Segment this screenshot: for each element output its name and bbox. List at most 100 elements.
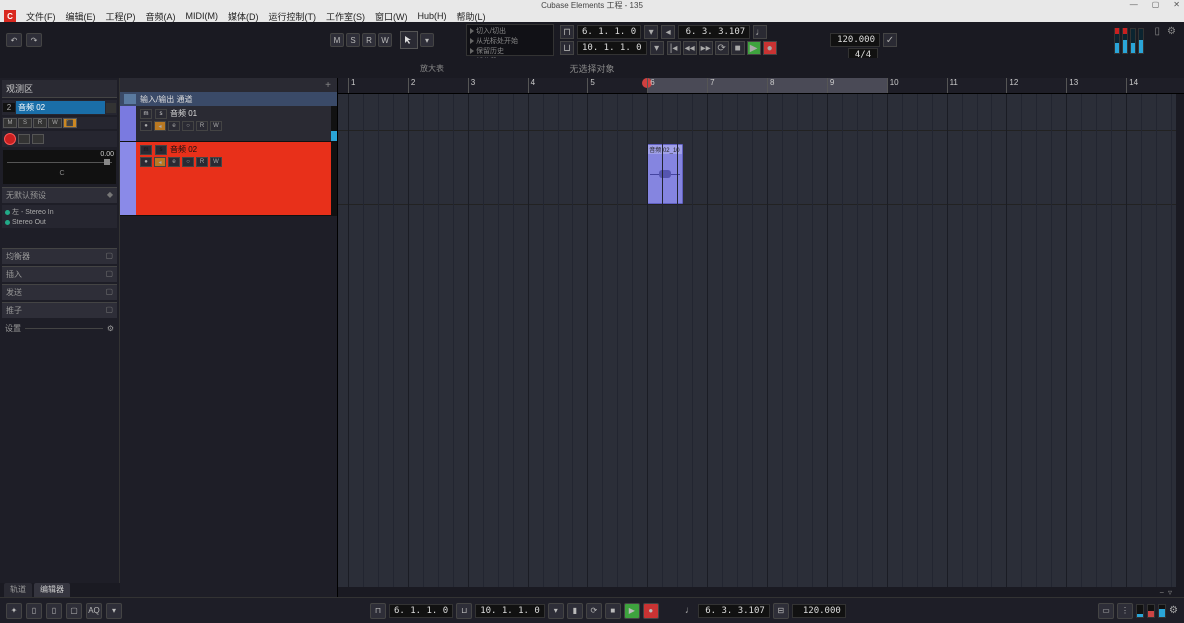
menu-hub[interactable]: Hub(H) bbox=[418, 11, 447, 21]
track-w-button[interactable]: W bbox=[210, 157, 222, 167]
menu-midi[interactable]: MIDI(M) bbox=[186, 11, 219, 21]
solo-all-button[interactable]: S bbox=[346, 33, 360, 47]
menu-file[interactable]: 文件(F) bbox=[26, 10, 56, 23]
right-locator-field[interactable]: 10. 1. 1. 0 bbox=[577, 41, 647, 55]
locator-dropdown[interactable]: ▾ bbox=[644, 25, 658, 39]
track-name[interactable]: 音频 01 bbox=[170, 108, 197, 119]
inserts-section[interactable]: 插入▢ bbox=[2, 266, 117, 282]
fader-section[interactable]: 推子▢ bbox=[2, 302, 117, 318]
mute-button[interactable]: M bbox=[3, 118, 17, 128]
event-grid[interactable]: 音频 02_10 bbox=[338, 94, 1184, 597]
record-button[interactable]: ● bbox=[763, 41, 777, 55]
dropdown-2[interactable]: ▾ bbox=[548, 603, 564, 619]
divider-bottom[interactable]: ⋮ bbox=[1117, 603, 1133, 619]
track-e-button[interactable]: e bbox=[168, 121, 180, 131]
left-panel-button[interactable]: ▯ bbox=[26, 603, 42, 619]
track-insert-button[interactable]: ○ bbox=[182, 121, 194, 131]
preset-icon[interactable]: ◆ bbox=[107, 190, 113, 201]
tempo-field[interactable]: 120.000 bbox=[830, 33, 880, 47]
tempo-icon[interactable]: ♩ bbox=[753, 25, 767, 39]
track-row-2[interactable]: m s 音频 02 ● ◂ e ○ R W bbox=[120, 142, 337, 216]
freeze-button[interactable] bbox=[32, 134, 44, 144]
menu-window[interactable]: 窗口(W) bbox=[375, 10, 408, 23]
ruler-mark[interactable]: 8 bbox=[767, 78, 774, 93]
video-button[interactable]: ▭ bbox=[1098, 603, 1114, 619]
track-r-button[interactable]: R bbox=[196, 121, 208, 131]
ruler-mark[interactable]: 12 bbox=[1006, 78, 1018, 93]
write-all-button[interactable]: W bbox=[378, 33, 392, 47]
menu-audio[interactable]: 音频(A) bbox=[146, 10, 176, 23]
track-solo-button[interactable]: s bbox=[155, 109, 167, 119]
ruler-mark[interactable]: 5 bbox=[587, 78, 594, 93]
read-button[interactable]: R bbox=[33, 118, 47, 128]
eq-section[interactable]: 均衡器▢ bbox=[2, 248, 117, 264]
tempo-field-bottom[interactable]: 120.000 bbox=[792, 604, 846, 618]
track-color-bar[interactable] bbox=[128, 106, 136, 141]
cursor-position-field[interactable]: 6. 3. 3.107 bbox=[678, 25, 750, 39]
ruler-mark[interactable]: 1 bbox=[348, 78, 355, 93]
track-e-button[interactable]: e bbox=[168, 157, 180, 167]
extra-button[interactable]: ⬛ bbox=[63, 118, 77, 128]
add-track-button[interactable]: + bbox=[120, 78, 337, 92]
arrange-area[interactable]: 1234567891011121314 音频 02_10 − ▿ bbox=[338, 78, 1184, 597]
click-button[interactable]: ✓ bbox=[883, 33, 897, 47]
track-w-button[interactable]: W bbox=[210, 121, 222, 131]
track-r-button[interactable]: R bbox=[196, 157, 208, 167]
track-row-1[interactable]: m s 音频 01 ● ◂ e ○ R W bbox=[120, 106, 337, 142]
toolbar-settings-icon[interactable]: ⚙ bbox=[1167, 26, 1176, 37]
pointer-tool-icon[interactable] bbox=[400, 31, 418, 49]
menu-media[interactable]: 媒体(D) bbox=[228, 10, 259, 23]
ruler-mark[interactable]: 4 bbox=[528, 78, 535, 93]
track-insert-button[interactable]: ○ bbox=[182, 157, 194, 167]
settings-gear-icon[interactable]: ⚙ bbox=[107, 324, 114, 333]
mute-all-button[interactable]: M bbox=[330, 33, 344, 47]
ruler-mark[interactable]: 10 bbox=[887, 78, 899, 93]
layout-divider-icon[interactable]: ▯ bbox=[1154, 26, 1160, 37]
menu-studio[interactable]: 工作室(S) bbox=[326, 10, 365, 23]
ruler-mark[interactable]: 6 bbox=[647, 78, 654, 93]
cursor-field-bottom[interactable]: 6. 3. 3.107 bbox=[698, 604, 770, 618]
minimize-icon[interactable]: — bbox=[1130, 0, 1138, 9]
read-all-button[interactable]: R bbox=[362, 33, 376, 47]
cycle-bottom[interactable]: ⟳ bbox=[586, 603, 602, 619]
track-name[interactable]: 音频 02 bbox=[170, 144, 197, 155]
punch-in-button[interactable]: ⊓ bbox=[560, 25, 574, 39]
pos2-field[interactable]: 10. 1. 1. 0 bbox=[475, 604, 545, 618]
stop-button[interactable]: ■ bbox=[731, 41, 745, 55]
locator-dropdown-2[interactable]: ▾ bbox=[650, 41, 664, 55]
play-button[interactable]: ▶ bbox=[747, 41, 761, 55]
rewind-button[interactable]: ◂◂ bbox=[683, 41, 697, 55]
sends-section[interactable]: 发送▢ bbox=[2, 284, 117, 300]
track-mute-button[interactable]: m bbox=[140, 109, 152, 119]
routing-header[interactable]: 无默认预设◆ bbox=[2, 187, 117, 203]
right-panel-button[interactable]: ▯ bbox=[46, 603, 62, 619]
marker-btn[interactable]: ▮ bbox=[567, 603, 583, 619]
go-start-button[interactable]: |◂ bbox=[667, 41, 681, 55]
track-name-field[interactable]: 音频 02 bbox=[16, 101, 105, 114]
zoom-out-icon[interactable]: − bbox=[1159, 588, 1164, 597]
stop-bottom[interactable]: ■ bbox=[605, 603, 621, 619]
history-item[interactable]: 切入/切出 bbox=[476, 26, 506, 36]
record-bottom[interactable]: ● bbox=[643, 603, 659, 619]
ruler-mark[interactable]: 14 bbox=[1126, 78, 1138, 93]
track-rec-button[interactable]: ● bbox=[140, 157, 152, 167]
settings-label[interactable]: 设置 bbox=[5, 323, 21, 334]
tab-tracks[interactable]: 轨道 bbox=[4, 583, 32, 597]
monitor-button[interactable] bbox=[18, 134, 30, 144]
time-format-button[interactable]: ⊟ bbox=[773, 603, 789, 619]
menu-project[interactable]: 工程(P) bbox=[106, 10, 136, 23]
marker-left-icon[interactable]: ◂ bbox=[661, 25, 675, 39]
track-monitor-button[interactable]: ◂ bbox=[154, 121, 166, 131]
forward-button[interactable]: ▸▸ bbox=[699, 41, 713, 55]
output-routing[interactable]: Stereo Out bbox=[3, 218, 116, 227]
menu-transport[interactable]: 运行控制(T) bbox=[269, 10, 317, 23]
ruler-mark[interactable]: 7 bbox=[707, 78, 714, 93]
io-channels-header[interactable]: 输入/输出 通道 bbox=[120, 92, 337, 106]
bottom-gear-icon[interactable]: ⚙ bbox=[1169, 605, 1178, 616]
ruler-mark[interactable]: 3 bbox=[468, 78, 475, 93]
track-mute-button[interactable]: m bbox=[140, 145, 152, 155]
track-solo-button[interactable]: s bbox=[155, 145, 167, 155]
track-color-picker[interactable] bbox=[106, 103, 116, 113]
menu-edit[interactable]: 编辑(E) bbox=[66, 10, 96, 23]
lower-panel-button[interactable]: ▢ bbox=[66, 603, 82, 619]
